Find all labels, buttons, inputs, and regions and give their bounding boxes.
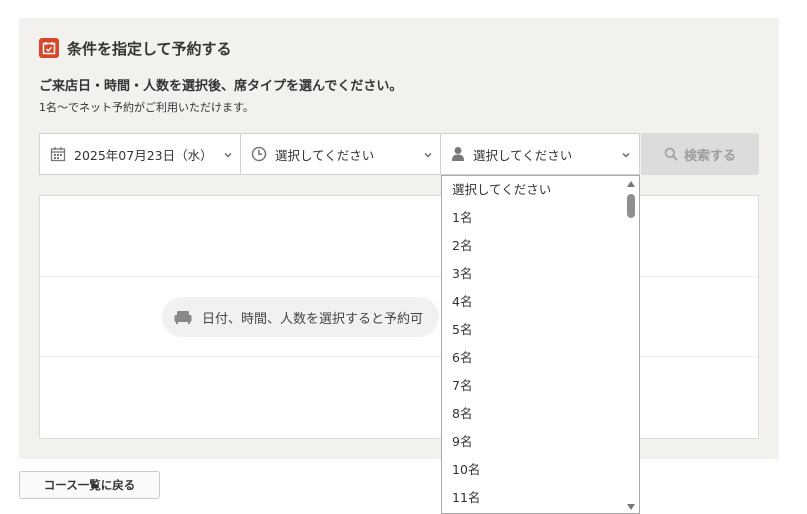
option-8[interactable]: 8名	[442, 400, 624, 428]
time-value: 選択してください	[275, 147, 375, 163]
people-select[interactable]: 選択してください	[440, 133, 640, 175]
instructions-heading: ご来店日・時間・人数を選択後、席タイプを選んでください。	[39, 79, 403, 94]
time-select[interactable]: 選択してください	[240, 133, 441, 175]
option-5[interactable]: 5名	[442, 316, 624, 344]
option-1[interactable]: 1名	[442, 204, 624, 232]
option-2[interactable]: 2名	[442, 232, 624, 260]
option-9[interactable]: 9名	[442, 428, 624, 456]
section-title: 条件を指定して予約する	[67, 39, 232, 58]
scroll-up-arrow-icon[interactable]	[626, 180, 636, 188]
scrollbar-thumb[interactable]	[627, 194, 635, 218]
search-bar: 2025年07月23日（水） 選択してください 選択してください 検索する	[39, 133, 759, 175]
scroll-down-arrow-icon[interactable]	[626, 503, 636, 511]
search-button-label: 検索する	[683, 148, 736, 164]
section-header: 条件を指定して予約する	[39, 38, 232, 58]
divider	[40, 356, 758, 357]
chevron-down-icon	[621, 148, 631, 163]
search-icon	[664, 147, 678, 161]
date-select[interactable]: 2025年07月23日（水）	[39, 133, 241, 175]
option-list: 選択してください 1名 2名 3名 4名 5名 6名 7名 8名 9名 10名 …	[442, 176, 624, 512]
back-to-courses-button[interactable]: コース一覧に戻る	[19, 471, 160, 499]
empty-state-text: 日付、時間、人数を選択すると予約可	[202, 311, 424, 327]
people-dropdown-list: 選択してください 1名 2名 3名 4名 5名 6名 7名 8名 9名 10名 …	[441, 175, 640, 514]
results-area: 日付、時間、人数を選択すると予約可	[39, 195, 759, 439]
empty-state-message: 日付、時間、人数を選択すると予約可	[162, 297, 440, 337]
clock-icon	[251, 146, 267, 162]
option-4[interactable]: 4名	[442, 288, 624, 316]
instructions-note: 1名～でネット予約がご利用いただけます。	[39, 101, 254, 114]
option-10[interactable]: 10名	[442, 456, 624, 484]
people-value: 選択してください	[473, 147, 573, 163]
chevron-down-icon	[423, 148, 433, 163]
dropdown-scrollbar[interactable]	[623, 176, 639, 513]
calendar-icon	[39, 38, 59, 58]
chevron-down-icon	[223, 148, 233, 163]
option-6[interactable]: 6名	[442, 344, 624, 372]
divider	[40, 276, 758, 277]
option-11[interactable]: 11名	[442, 484, 624, 512]
search-button[interactable]: 検索する	[641, 133, 759, 175]
person-icon	[451, 146, 465, 162]
option-3[interactable]: 3名	[442, 260, 624, 288]
calendar-small-icon	[50, 146, 66, 162]
sofa-icon	[174, 311, 192, 324]
date-value: 2025年07月23日（水）	[74, 147, 213, 163]
option-placeholder[interactable]: 選択してください	[442, 176, 624, 204]
option-7[interactable]: 7名	[442, 372, 624, 400]
